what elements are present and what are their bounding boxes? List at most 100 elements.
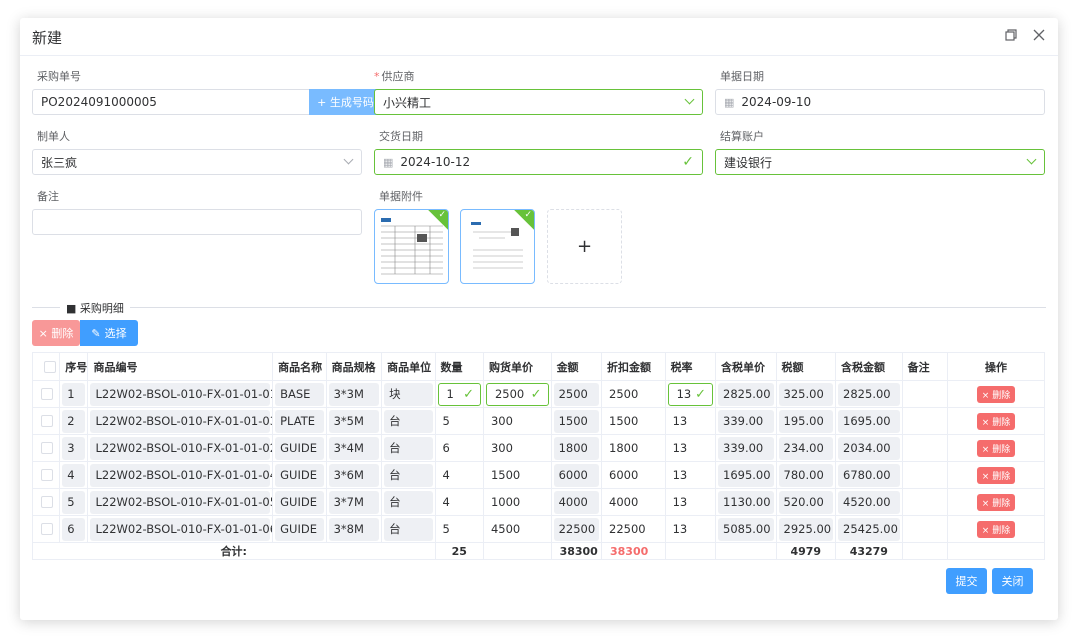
cell-value: 6000 (558, 468, 588, 482)
cell-amount: 1800 (550, 434, 603, 462)
header-cell: 操作 (947, 352, 1045, 381)
cell-price-field[interactable]: 4500 (486, 522, 549, 536)
generate-number-button[interactable]: + 生成号码 (309, 89, 382, 115)
cell-value: 1800 (609, 441, 639, 455)
cell-tax-field[interactable]: 13 (668, 441, 713, 455)
cell-price-field[interactable]: 2500 ✓ (485, 382, 549, 406)
cell-unit-field: 台 (384, 517, 433, 541)
checkbox[interactable] (44, 360, 56, 373)
submit-button[interactable]: 提交 (946, 568, 987, 594)
calendar-icon: ▦ (383, 155, 394, 169)
cell-price-field[interactable]: 300 (486, 414, 549, 428)
attachment-thumbnail-1[interactable]: ✓ (374, 209, 449, 284)
po-number-input[interactable]: PO2024091000005 (32, 89, 310, 115)
summary-empty (947, 542, 1045, 560)
cell-value: 22500 (609, 522, 646, 536)
cell-price-field[interactable]: 1000 (486, 495, 549, 509)
cell-price-field[interactable]: 300 (486, 441, 549, 455)
row-delete-button[interactable]: × 删除 (976, 466, 1016, 484)
cell-name-field: PLATE (275, 409, 324, 433)
maker-select[interactable]: 张三疯 (32, 149, 362, 175)
checkbox[interactable] (41, 388, 53, 400)
cell-disc-field[interactable]: 4000 (604, 495, 663, 509)
cell-value: GUIDE (280, 468, 317, 482)
cell-disc-field[interactable]: 6000 (604, 468, 663, 482)
cell-tprice: 339.00 (715, 407, 777, 435)
checkbox[interactable] (41, 442, 53, 454)
table-row: 3 L22W02-BSOL-010-FX-01-01-02 GUIDE 3*4M 台 6 3… (31, 434, 1045, 462)
cell-value: GUIDE (280, 495, 317, 509)
cell-value: 339.00 (723, 441, 764, 455)
document-image (467, 218, 529, 276)
cell-unit: 台 (381, 434, 436, 462)
detail-section-label: ■ 采购明细 (60, 300, 130, 316)
cell-value: 22500 (558, 522, 596, 536)
cell-price-field[interactable]: 1500 (486, 468, 549, 482)
summary-empty (715, 542, 777, 560)
cell-qty: 1 ✓ (434, 380, 484, 408)
cell-qty-field[interactable]: 6 (438, 441, 481, 455)
cell-qty-field[interactable]: 1 ✓ (437, 382, 481, 406)
remark-input[interactable] (32, 209, 362, 235)
checkbox[interactable] (41, 523, 53, 535)
bulk-delete-button[interactable]: × 删除 (32, 320, 80, 346)
header-cell: 税率 (664, 352, 717, 381)
table-row: 1 L22W02-BSOL-010-FX-01-01-01 BASE 3*3M 块 1 ✓ 2… (31, 380, 1045, 408)
cell-tprice-field: 339.00 (718, 409, 774, 433)
select-button[interactable]: ✎ 选择 (80, 320, 138, 346)
cell-qty-field[interactable]: 4 (438, 495, 481, 509)
add-attachment-button[interactable]: + (547, 209, 622, 284)
cell-value: 3*4M (333, 441, 364, 455)
cell-price: 2500 ✓ (482, 380, 552, 408)
cell-value: 2825.00 (723, 387, 771, 401)
cell-op: × 删除 (947, 434, 1045, 462)
cell-tprice: 1695.00 (715, 461, 777, 489)
cell-taxamt-field: 195.00 (778, 409, 834, 433)
cell-code-field: L22W02-BSOL-010-FX-01-01-02 (90, 436, 272, 460)
attachment-thumbnail-2[interactable]: ✓ (460, 209, 535, 284)
table-row: 5 L22W02-BSOL-010-FX-01-01-05 GUIDE 3*7M 台 4 1… (31, 488, 1045, 516)
cell-tax: 13 (664, 461, 717, 489)
cell-tax-field[interactable]: 13 (668, 495, 713, 509)
account-select[interactable]: 建设银行 (715, 149, 1045, 175)
checkbox[interactable] (41, 496, 53, 508)
cell-no-field: 2 (62, 409, 86, 433)
cell-value: L22W02-BSOL-010-FX-01-01-04 (95, 468, 273, 482)
header-cell: 序号 (59, 352, 89, 381)
doc-date-input[interactable]: ▦ 2024-09-10 (715, 89, 1045, 115)
cell-disc-field[interactable]: 1800 (604, 441, 663, 455)
supplier-select[interactable]: 小兴精工 (374, 89, 703, 115)
row-delete-button[interactable]: × 删除 (976, 520, 1016, 538)
cell-code: L22W02-BSOL-010-FX-01-01-04 (87, 461, 274, 489)
cell-disc-field[interactable]: 22500 (604, 522, 663, 536)
cell-tax-field[interactable]: 13 (668, 522, 713, 536)
cell-value: BASE (280, 387, 311, 401)
cell-value: 300 (490, 441, 513, 455)
checkbox[interactable] (41, 415, 53, 427)
cell-spec: 3*4M (325, 434, 383, 462)
checkbox[interactable] (41, 469, 53, 481)
header-select-all[interactable] (31, 352, 61, 381)
cell-qty-field[interactable]: 5 (438, 414, 481, 428)
cell-value: 1695.00 (723, 468, 771, 482)
cell-disc-field[interactable]: 2500 (604, 387, 663, 401)
cell-tax: 13 ✓ (664, 380, 717, 408)
supplier-value: 小兴精工 (383, 95, 432, 110)
header-cell: 金额 (550, 352, 603, 381)
cell-unit-field: 台 (384, 490, 433, 514)
restore-icon[interactable] (1004, 28, 1020, 44)
summary-empty (901, 542, 949, 560)
cell-tax-field[interactable]: 13 (668, 414, 713, 428)
cell-qty-field[interactable]: 4 (438, 468, 481, 482)
row-delete-button[interactable]: × 删除 (976, 439, 1016, 457)
row-delete-button[interactable]: × 删除 (976, 412, 1016, 430)
cell-tax-field[interactable]: 13 ✓ (667, 382, 713, 406)
close-button[interactable]: 关闭 (992, 568, 1033, 594)
delivery-date-input[interactable]: ▦ 2024-10-12 ✓ (374, 149, 703, 175)
close-icon[interactable] (1032, 28, 1048, 44)
cell-tax-field[interactable]: 13 (668, 468, 713, 482)
row-delete-button[interactable]: × 删除 (976, 493, 1016, 511)
cell-disc-field[interactable]: 1500 (604, 414, 663, 428)
row-delete-button[interactable]: × 删除 (976, 385, 1016, 403)
cell-qty-field[interactable]: 5 (438, 522, 481, 536)
